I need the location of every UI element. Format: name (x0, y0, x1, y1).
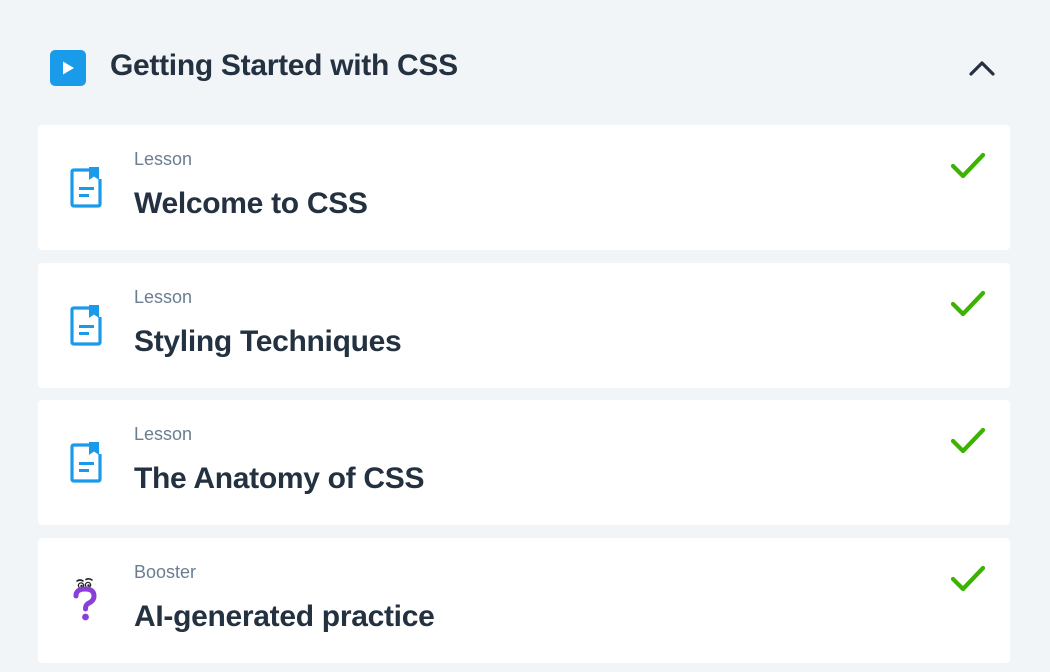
item-type-label: Booster (134, 562, 197, 582)
lesson-item[interactable]: Lesson The Anatomy of CSS (38, 400, 1010, 525)
booster-item[interactable]: Booster AI-generated practice (38, 538, 1010, 663)
lesson-item[interactable]: Lesson Styling Techniques (38, 263, 1010, 388)
item-type-label: Lesson (134, 149, 193, 169)
checkmark-icon (950, 290, 986, 317)
section-title: Getting Started with CSS (110, 49, 458, 82)
chevron-up-icon (969, 61, 995, 76)
lesson-document-icon (66, 165, 106, 209)
lesson-document-icon (66, 440, 106, 484)
item-title: The Anatomy of CSS (134, 462, 425, 495)
play-icon (50, 50, 86, 86)
lesson-item[interactable]: Lesson Welcome to CSS (38, 125, 1010, 250)
course-section: Getting Started with CSS Lesson Welcome … (0, 0, 1050, 672)
collapse-button[interactable] (962, 48, 1002, 88)
checkmark-icon (950, 152, 986, 179)
item-title: Welcome to CSS (134, 187, 368, 220)
item-type-label: Lesson (134, 424, 193, 444)
checkmark-icon (950, 565, 986, 592)
item-title: Styling Techniques (134, 325, 402, 358)
lesson-document-icon (66, 303, 106, 347)
section-header[interactable]: Getting Started with CSS (38, 38, 1010, 98)
booster-question-icon (66, 578, 106, 622)
checkmark-icon (950, 427, 986, 454)
item-title: AI-generated practice (134, 600, 435, 633)
item-type-label: Lesson (134, 287, 193, 307)
